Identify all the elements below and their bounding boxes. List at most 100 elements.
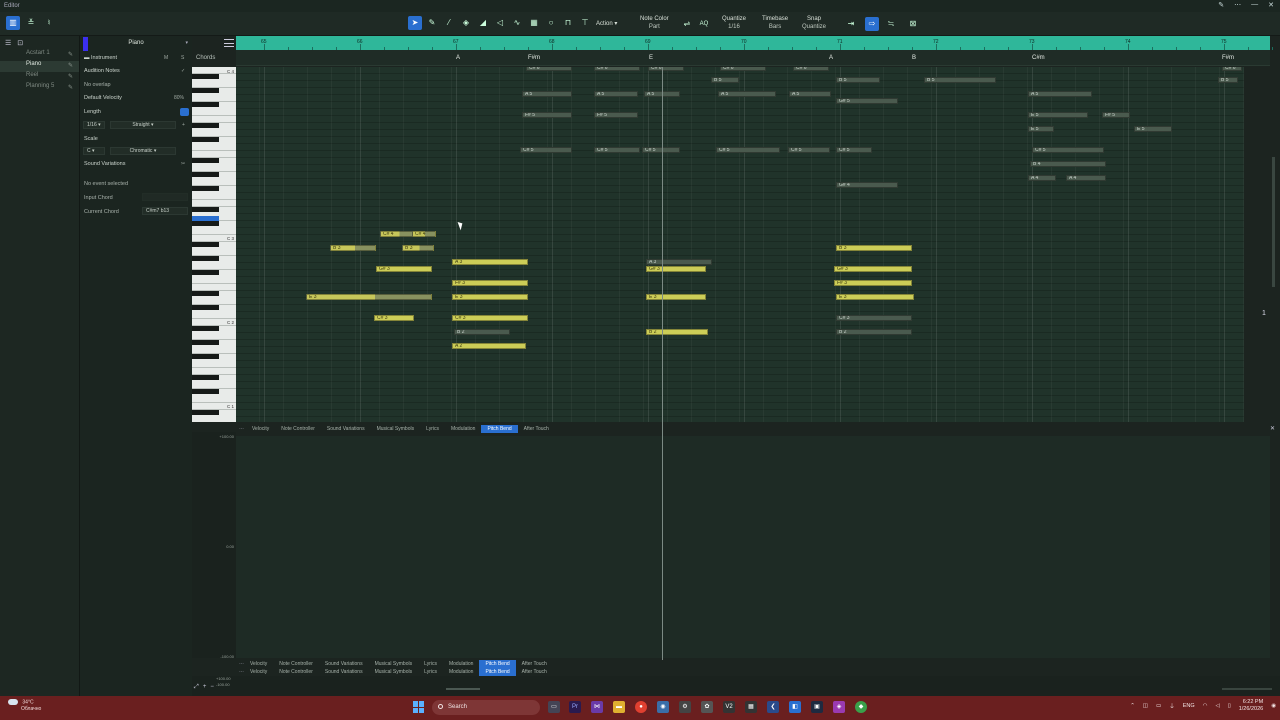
track-item[interactable]: Planning 5 ✎ — [0, 83, 79, 94]
part-name[interactable]: Piano — [80, 40, 192, 46]
midi-note[interactable]: C# 5 — [520, 147, 572, 153]
bend-tool-icon[interactable]: ∿ — [510, 16, 524, 30]
midi-note[interactable]: C# 5 — [788, 147, 830, 153]
midi-note[interactable]: B 5 — [836, 77, 880, 83]
chord-symbol[interactable]: B — [912, 55, 916, 61]
midi-note[interactable]: E 3 — [306, 294, 432, 300]
black-key[interactable] — [192, 354, 219, 359]
app-icon[interactable]: ▦ — [745, 701, 757, 713]
highlighted-key[interactable] — [192, 216, 219, 221]
edit-icon[interactable]: ✎ — [68, 51, 73, 58]
chord-symbol[interactable]: A — [829, 55, 833, 61]
chevron-up-icon[interactable]: ⌃ — [1130, 703, 1135, 709]
glue-tool-icon[interactable]: ⊓ — [561, 16, 575, 30]
track-item[interactable]: Reel ✎ — [0, 72, 79, 83]
chrome-icon[interactable]: ● — [635, 701, 647, 713]
listen-tool-icon[interactable]: ◁ — [493, 16, 507, 30]
midi-note[interactable]: E 5 — [1028, 126, 1054, 132]
start-button-icon[interactable] — [413, 701, 425, 713]
black-key[interactable] — [192, 207, 219, 212]
horizontal-scrollbar-thumb[interactable] — [446, 688, 480, 690]
setup-layout-icon[interactable]: ⊠ — [906, 17, 920, 31]
black-key[interactable] — [192, 221, 219, 226]
file-explorer-icon[interactable]: ▬ — [613, 701, 625, 713]
scroll-options-icon[interactable]: ≒ — [884, 17, 898, 31]
note-grid[interactable]: C# 6 C# 6 C# 6 C# 6 C# 6 C# 6 B 5 B 5 B 5 B 5 A 5 A… — [236, 67, 1244, 422]
midi-note[interactable]: F# 5 — [522, 112, 572, 118]
power-icon[interactable]: ▯ — [1228, 703, 1231, 709]
action-menu[interactable]: Action ▾ — [596, 20, 617, 28]
tab-musical-symbols[interactable]: Musical Symbols — [369, 660, 419, 668]
track-item[interactable]: Piano ✎ — [0, 61, 79, 72]
clock[interactable]: 6:22 PM 1/26/2026 — [1239, 699, 1263, 713]
premiere-app-icon[interactable]: Pr — [569, 701, 581, 713]
zoom-tool-icon[interactable]: ○ — [544, 16, 558, 30]
paint-tool-icon[interactable]: ⁄ — [442, 16, 456, 30]
black-key[interactable] — [192, 186, 219, 191]
black-key[interactable] — [192, 305, 219, 310]
more-icon[interactable]: … — [239, 425, 244, 431]
tab-after-touch[interactable]: After Touch — [518, 425, 555, 433]
chord-symbol[interactable]: F#m — [1222, 55, 1234, 61]
midi-note[interactable]: F# 3 — [834, 280, 912, 286]
black-key[interactable] — [192, 375, 219, 380]
midi-note[interactable]: G# 3 — [646, 266, 706, 272]
tab-lyrics[interactable]: Lyrics — [418, 660, 443, 668]
midi-note[interactable]: A 5 — [594, 91, 638, 97]
expand-icon[interactable]: ⤢ — [194, 684, 199, 691]
edit-icon[interactable]: ✎ — [68, 84, 73, 91]
midi-note[interactable]: C# 6 — [793, 67, 829, 71]
app-tray-icon[interactable]: ◫ — [1143, 703, 1148, 709]
lock-icon[interactable]: ⊡ — [17, 39, 23, 47]
midi-note[interactable]: A 3 — [646, 259, 712, 265]
black-key[interactable] — [192, 137, 219, 142]
timebase-select[interactable]: Timebase Bars — [762, 15, 788, 31]
close-icon[interactable]: ✕ — [1268, 1, 1274, 9]
midi-note[interactable]: E 3 — [452, 294, 528, 300]
midi-note[interactable]: B 3 — [330, 245, 376, 251]
midi-note[interactable]: F# 3 — [452, 280, 528, 286]
split-tool-icon[interactable]: ▦ — [527, 16, 541, 30]
wifi-icon[interactable]: ◠ — [1203, 703, 1208, 709]
midi-note[interactable]: G# 3 — [376, 266, 432, 272]
weather-widget[interactable]: 34°C Облачно — [8, 699, 41, 713]
midi-note[interactable]: F# 5 — [1102, 112, 1130, 118]
midi-note[interactable]: B 5 — [924, 77, 996, 83]
lang-indicator[interactable]: ENG — [1183, 703, 1195, 709]
pin-icon[interactable]: ✎ — [1218, 1, 1224, 9]
tab-musical-symbols[interactable]: Musical Symbols — [371, 425, 421, 433]
follow-tool-icon[interactable]: ⊤ — [578, 16, 592, 30]
midi-note[interactable]: C# 4 — [380, 231, 416, 237]
more-icon[interactable]: ⋯ — [1234, 1, 1241, 9]
quantize-settings-icon[interactable]: ⇌ — [680, 17, 694, 31]
notification-icon[interactable]: ◉ — [1271, 703, 1276, 709]
chord-track[interactable]: A F#m E A B C#m F#m — [236, 50, 1270, 66]
midi-note[interactable]: B 5 — [711, 77, 739, 83]
timeline-ruler[interactable]: 65 66 67 68 69 70 71 72 73 74 75 — [236, 36, 1273, 50]
midi-note[interactable]: C# 6 — [648, 67, 684, 71]
add-icon[interactable]: + — [182, 122, 185, 128]
wrench-icon[interactable]: ✂ — [181, 161, 185, 167]
midi-note[interactable]: C# 3 — [374, 315, 414, 321]
snap-mode-icon[interactable]: ⇥ — [844, 17, 858, 31]
black-key[interactable] — [192, 158, 219, 163]
remove-lane-icon[interactable]: − — [210, 684, 214, 691]
chevron-down-icon[interactable]: ▾ — [185, 40, 188, 46]
tab-velocity[interactable]: Velocity — [244, 660, 273, 668]
tab-after-touch[interactable]: After Touch — [516, 668, 553, 676]
volume-icon[interactable]: ◁ — [1215, 703, 1219, 709]
scrollbar-thumb[interactable] — [1272, 157, 1275, 287]
scale-root-select[interactable]: C ▾ — [83, 147, 105, 155]
black-key[interactable] — [192, 270, 219, 275]
midi-note[interactable]: B 2 — [454, 329, 510, 335]
tab-modulation[interactable]: Modulation — [445, 425, 481, 433]
midi-note[interactable]: C# 5 — [716, 147, 780, 153]
snap-select[interactable]: Snap Quantize — [802, 15, 826, 31]
app-icon[interactable]: ▣ — [811, 701, 823, 713]
midi-note[interactable]: A 2 — [452, 343, 526, 349]
midi-note[interactable]: A 5 — [522, 91, 572, 97]
midi-note[interactable]: E 3 — [836, 294, 914, 300]
midi-note[interactable]: C# 3 — [452, 315, 528, 321]
app-icon[interactable]: ◈ — [833, 701, 845, 713]
midi-note[interactable]: A 4 — [1028, 175, 1056, 181]
